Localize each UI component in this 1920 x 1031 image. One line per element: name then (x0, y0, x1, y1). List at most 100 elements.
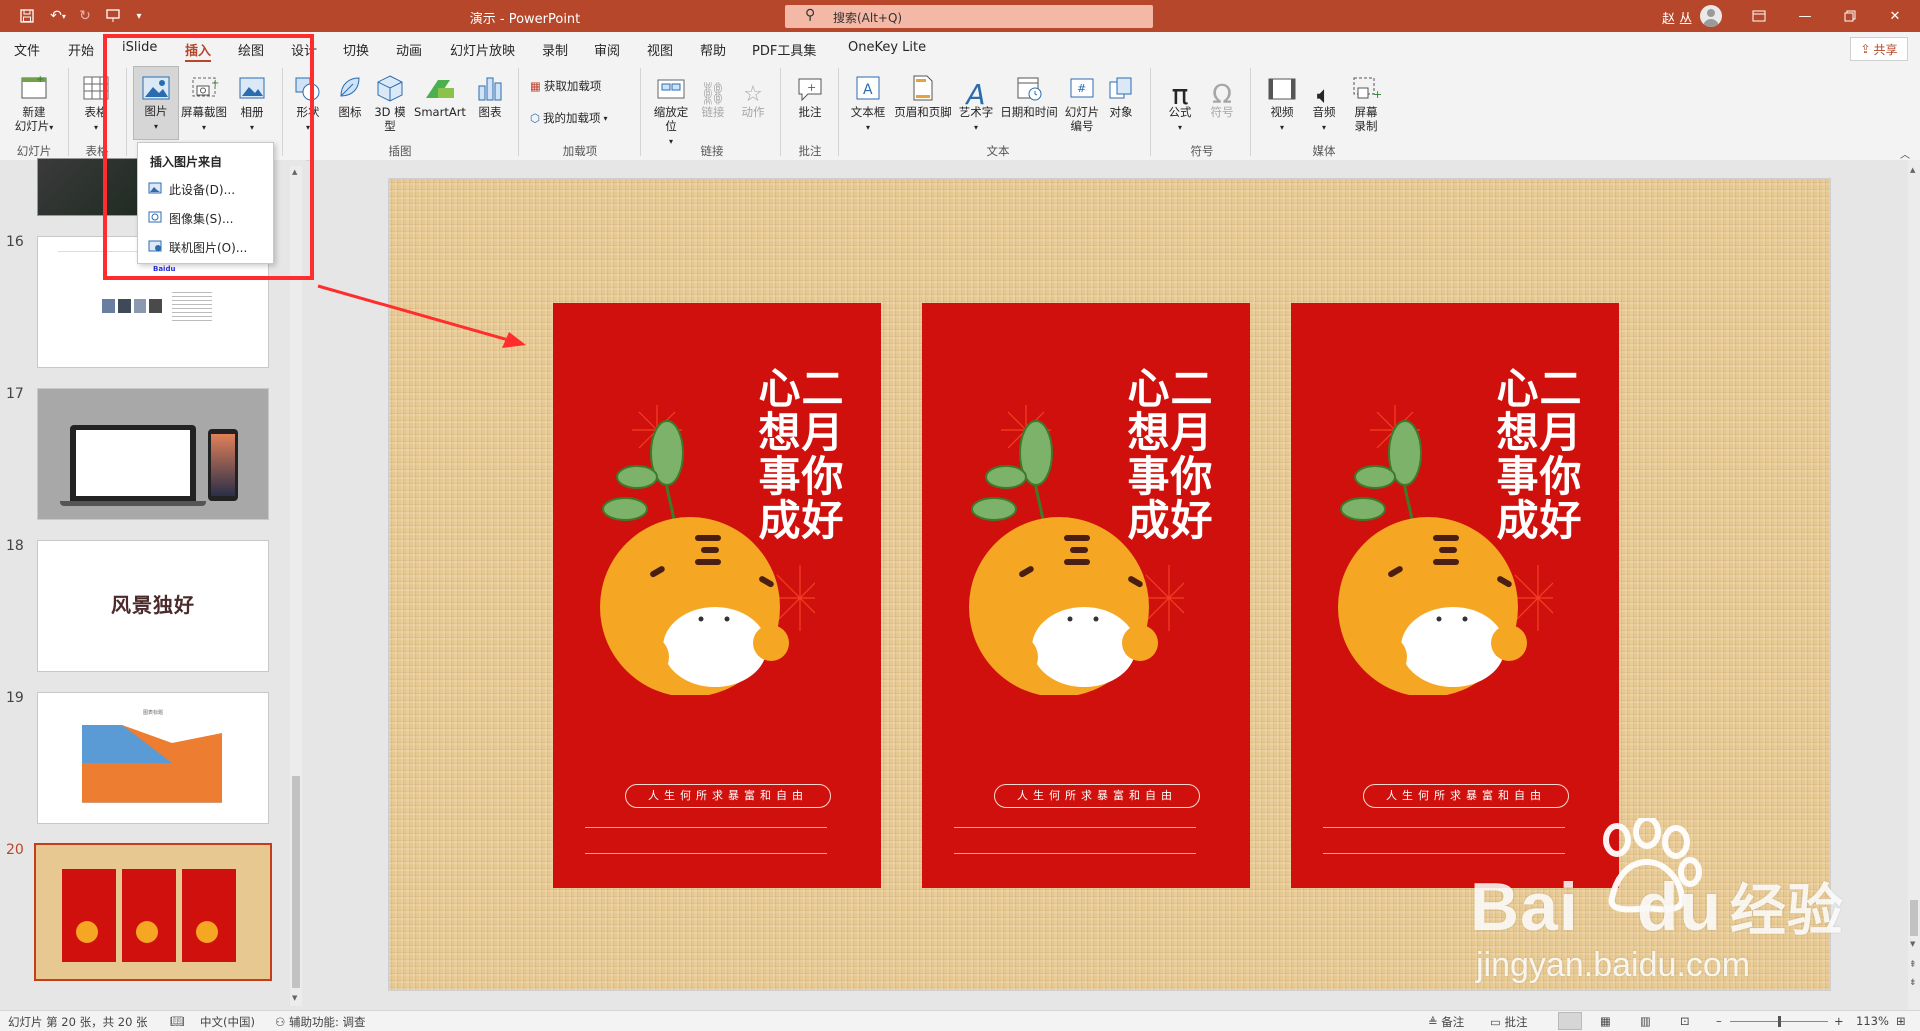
ribbon-display-options-icon[interactable] (1747, 6, 1771, 26)
object-icon (1104, 68, 1138, 102)
svg-text:#: # (1077, 82, 1086, 95)
link-label: 链接 (701, 105, 725, 119)
comments-button[interactable]: ▭ 批注 (1490, 1014, 1528, 1030)
red-envelope-card[interactable]: 二月你好 心想事成 人生何所求暴富和自由 (553, 303, 881, 888)
tab-home[interactable]: 开始 (68, 40, 94, 59)
card-divider (1323, 827, 1565, 828)
thumb-images (102, 299, 162, 313)
present-from-start-icon[interactable] (102, 6, 124, 26)
red-envelope-card[interactable]: 二月你好 心想事成 人生何所求暴富和自由 (1291, 303, 1619, 888)
card-divider (585, 853, 827, 854)
comment-icon: + (790, 68, 830, 102)
language-status[interactable]: 中文(中国) (200, 1014, 255, 1030)
screen-recording-label: 屏幕录制 (1354, 105, 1378, 133)
collapse-ribbon-icon[interactable]: ︿ (1900, 146, 1910, 161)
avatar[interactable] (1700, 5, 1722, 27)
slide-thumbnail-19[interactable]: 图表标题 (37, 692, 269, 824)
group-separator (640, 68, 641, 156)
tab-slideshow[interactable]: 幻灯片放映 (450, 40, 515, 59)
user-name[interactable]: 赵 丛 (1662, 8, 1692, 27)
zoom-level[interactable]: 113% (1856, 1014, 1889, 1028)
equation-button[interactable]: π 公式 ▾ (1160, 68, 1200, 135)
tab-onekey-lite[interactable]: OneKey Lite (848, 40, 926, 55)
header-footer-button[interactable]: 页眉和页脚 (892, 68, 954, 119)
customize-quick-access-icon[interactable]: ▾ (128, 6, 150, 26)
action-button[interactable]: ☆ 动作 (736, 68, 770, 120)
link-button[interactable]: ⛓ 链接 (696, 68, 730, 120)
thumb-card (62, 869, 116, 962)
video-button[interactable]: 视频 ▾ (1262, 68, 1302, 135)
slide-thumbnail-17[interactable] (37, 388, 269, 520)
restore-icon[interactable] (1838, 6, 1862, 26)
tab-view[interactable]: 视图 (647, 40, 673, 59)
svg-text:A: A (863, 82, 873, 98)
group-label-comments: 批注 (798, 144, 822, 158)
undo-icon[interactable]: ↶ ▾ (44, 6, 72, 26)
share-button[interactable]: ⇪ 共享 (1850, 37, 1908, 61)
my-addins-button[interactable]: ⬡ 我的加载项 ▾ (530, 110, 608, 126)
comment-button[interactable]: + 批注 (790, 68, 830, 119)
zoom-slider-thumb[interactable] (1778, 1016, 1781, 1027)
tab-transitions[interactable]: 切换 (343, 40, 369, 59)
redo-icon[interactable]: ↻ (74, 6, 96, 26)
red-envelope-card[interactable]: 二月你好 心想事成 人生何所求暴富和自由 (922, 303, 1250, 888)
group-separator (1250, 68, 1251, 156)
tab-animations[interactable]: 动画 (396, 40, 422, 59)
notes-button[interactable]: ≜ 备注 (1428, 1014, 1464, 1030)
star-icon: ☆ (743, 82, 763, 107)
thumbnail-scrollbar[interactable]: ▲ ▼ (290, 166, 302, 1006)
zoom-label: 缩放定位 ▾ (653, 105, 689, 146)
tab-review[interactable]: 审阅 (594, 40, 620, 59)
group-separator (838, 68, 839, 156)
screen-recording-button[interactable]: + 屏幕录制 (1346, 68, 1386, 133)
group-separator (780, 68, 781, 156)
tab-file[interactable]: 文件 (14, 40, 40, 59)
editor-vertical-scrollbar[interactable]: ▲ ▼ ⇞ ⇟ (1908, 160, 1920, 1010)
watermark-brand: Bai du 经验 (1470, 869, 1844, 945)
zoom-out-button[interactable]: – (1716, 1014, 1722, 1028)
minimize-icon[interactable]: — (1793, 6, 1817, 26)
normal-view-button[interactable] (1558, 1012, 1582, 1030)
smartart-button[interactable]: SmartArt (412, 68, 468, 119)
wordart-button[interactable]: A 艺术字 ▾ (956, 68, 996, 135)
icons-button[interactable]: 图标 (332, 68, 368, 119)
symbol-button[interactable]: Ω 符号 (1204, 68, 1240, 119)
tab-pdf-tools[interactable]: PDF工具集 (752, 40, 816, 59)
reading-view-icon[interactable]: ▥ (1640, 1014, 1651, 1028)
textbox-button[interactable]: A 文本框 ▾ (846, 68, 890, 135)
slideshow-view-icon[interactable]: ⊡ (1680, 1014, 1690, 1028)
slide-number-button[interactable]: # 幻灯片编号 (1062, 68, 1102, 133)
zoom-slider[interactable] (1730, 1016, 1828, 1027)
notes-icon: ≜ (1428, 1015, 1442, 1029)
phone-shape (208, 429, 238, 501)
slide-number: 18 (6, 538, 24, 554)
tab-help[interactable]: 帮助 (700, 40, 726, 59)
slide-number-label: 幻灯片编号 (1064, 105, 1100, 133)
tab-record[interactable]: 录制 (542, 40, 568, 59)
get-addins-button[interactable]: ▦ 获取加载项 (530, 78, 601, 94)
slide-sorter-view-icon[interactable]: ▦ (1600, 1014, 1611, 1028)
tiger-orange-illustration (600, 405, 815, 695)
save-icon[interactable] (16, 6, 38, 26)
zoom-in-button[interactable]: + (1834, 1014, 1844, 1028)
chart-button[interactable]: 图表 (472, 68, 508, 119)
search-box[interactable]: ⚲ 搜索(Alt+Q) (785, 5, 1153, 28)
spellcheck-icon[interactable]: 📖︎ (170, 1014, 185, 1028)
group-label-text: 文本 (986, 144, 1010, 158)
date-time-button[interactable]: 日期和时间 (998, 68, 1060, 119)
zoom-button[interactable]: 缩放定位 ▾ (650, 68, 692, 149)
symbol-label: 符号 (1210, 105, 1234, 119)
audio-button[interactable]: 🔈︎ 音频 ▾ (1304, 68, 1344, 135)
3d-models-button[interactable]: 3D 模型 (370, 68, 410, 133)
fit-to-window-icon[interactable]: ⊞ (1896, 1014, 1906, 1028)
new-slide-button[interactable]: + 新建 幻灯片▾ (8, 68, 60, 135)
group-label-links: 链接 (700, 144, 724, 158)
card-subtitle: 人生何所求暴富和自由 (994, 784, 1200, 808)
close-icon[interactable]: ✕ (1883, 6, 1907, 26)
textbox-icon: A (846, 68, 890, 102)
slide-thumbnail-20[interactable] (34, 843, 272, 981)
accessibility-status[interactable]: ⚇ 辅助功能: 调查 (275, 1014, 366, 1030)
object-button[interactable]: 对象 (1104, 68, 1138, 119)
slide-thumbnail-18[interactable]: 风景独好 (37, 540, 269, 672)
group-separator (518, 68, 519, 156)
